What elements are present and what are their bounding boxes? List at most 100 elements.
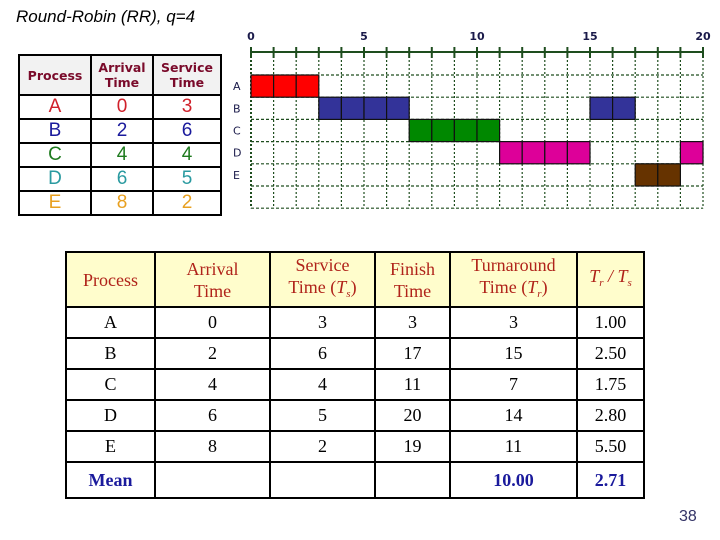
gantt-bar-a <box>250 74 275 98</box>
row-label: D <box>233 147 241 160</box>
cell-finish: 11 <box>374 368 451 401</box>
cell-arrival: 0 <box>154 306 271 339</box>
gantt-bar-b <box>589 96 614 120</box>
cell-arrival: 6 <box>90 166 154 192</box>
cell-process: E <box>65 430 156 463</box>
header-finish-time: Finish Time <box>374 251 451 308</box>
input-table-row: E82 <box>18 190 222 216</box>
cell-finish: 20 <box>374 399 451 432</box>
x-tick-label: 15 <box>582 30 597 43</box>
results-table-header: Process Arrival Time Service Time (Ts) Fin… <box>65 251 645 308</box>
gantt-bar-c <box>408 118 433 143</box>
cell-arrival: 8 <box>90 190 154 216</box>
cell-process: C <box>65 368 156 401</box>
gantt-bar-b <box>363 96 388 120</box>
gantt-bar-d <box>566 140 591 165</box>
mean-ratio: 2.71 <box>576 461 645 499</box>
header-normalized-turnaround: Tr / Ts <box>576 251 645 308</box>
cell-service: 6 <box>152 118 222 144</box>
cell-turnaround: 11 <box>449 430 578 463</box>
cell-ratio: 1.00 <box>576 306 645 339</box>
cell-service: 5 <box>152 166 222 192</box>
results-table-row: E 8 2 19 11 5.50 <box>65 430 645 463</box>
x-tick-label: 20 <box>695 30 711 43</box>
header-arrival-time: Arrival Time <box>154 251 271 308</box>
mean-turnaround: 10.00 <box>449 461 578 499</box>
gantt-bar-d <box>521 140 546 165</box>
cell-service: 2 <box>269 430 376 463</box>
input-table-row: B26 <box>18 118 222 144</box>
gantt-bar-e <box>657 163 681 187</box>
cell-process: B <box>65 337 156 370</box>
cell-arrival: 6 <box>154 399 271 432</box>
cell-turnaround: 15 <box>449 337 578 370</box>
header-arrival-time: Arrival Time <box>90 54 154 96</box>
cell-arrival: 4 <box>154 368 271 401</box>
cell-process: A <box>18 94 92 120</box>
cell-service: 4 <box>152 142 222 168</box>
results-table: Process Arrival Time Service Time (Ts) Fin… <box>65 251 645 499</box>
mean-empty <box>154 461 271 499</box>
mean-empty <box>374 461 451 499</box>
gantt-bar-c <box>476 118 501 143</box>
gantt-bar-c <box>431 118 456 143</box>
gantt-axis: 0 5 10 15 20 ABCDE <box>233 30 711 182</box>
cell-arrival: 8 <box>154 430 271 463</box>
cell-finish: 17 <box>374 337 451 370</box>
results-table-row: B 2 6 17 15 2.50 <box>65 337 645 370</box>
cell-arrival: 4 <box>90 142 154 168</box>
cell-service: 3 <box>152 94 222 120</box>
cell-ratio: 2.80 <box>576 399 645 432</box>
gantt-bar-b <box>612 96 636 120</box>
mean-label: Mean <box>65 461 156 499</box>
cell-arrival: 2 <box>154 337 271 370</box>
input-table-header: Process Arrival Time Service Time <box>18 54 222 96</box>
gantt-bar-a <box>295 74 320 98</box>
cell-process: D <box>18 166 92 192</box>
results-table-row: C 4 4 11 7 1.75 <box>65 368 645 401</box>
gantt-bar-d <box>499 140 523 165</box>
page-number: 38 <box>679 508 697 525</box>
cell-service: 5 <box>269 399 376 432</box>
gantt-bar-b <box>340 96 365 120</box>
cell-process: E <box>18 190 92 216</box>
slide-title: Round-Robin (RR), q=4 <box>16 7 196 26</box>
gantt-bar-d <box>679 140 704 165</box>
gantt-bar-c <box>453 118 478 143</box>
cell-service: 2 <box>152 190 222 216</box>
gantt-bar-e <box>634 163 659 187</box>
cell-finish: 3 <box>374 306 451 339</box>
x-tick-label: 0 <box>247 30 255 43</box>
row-label: B <box>233 102 241 115</box>
cell-ratio: 1.75 <box>576 368 645 401</box>
gantt-bar-a <box>272 74 297 98</box>
input-table-row: D65 <box>18 166 222 192</box>
cell-process: A <box>65 306 156 339</box>
cell-service: 4 <box>269 368 376 401</box>
input-table-row: C44 <box>18 142 222 168</box>
cell-turnaround: 14 <box>449 399 578 432</box>
gantt-bar-b <box>318 96 343 120</box>
mean-empty <box>269 461 376 499</box>
results-table-row: A 0 3 3 3 1.00 <box>65 306 645 339</box>
header-service-time: Service Time <box>152 54 222 96</box>
row-label: A <box>233 80 241 93</box>
cell-process: C <box>18 142 92 168</box>
input-process-table: Process Arrival Time Service Time A03B26C4… <box>18 54 222 216</box>
x-tick-label: 10 <box>469 30 485 43</box>
x-tick-label: 5 <box>360 30 368 43</box>
cell-arrival: 0 <box>90 94 154 120</box>
gantt-bar-b <box>386 96 410 120</box>
cell-turnaround: 7 <box>449 368 578 401</box>
cell-finish: 19 <box>374 430 451 463</box>
gantt-bar-d <box>544 140 568 165</box>
header-turnaround-time: Turnaround Time (Tr) <box>449 251 578 308</box>
cell-service: 3 <box>269 306 376 339</box>
results-table-row: D 6 5 20 14 2.80 <box>65 399 645 432</box>
cell-ratio: 5.50 <box>576 430 645 463</box>
gantt-chart: 0 5 10 15 20 ABCDE <box>233 30 711 209</box>
header-process: Process <box>18 54 92 96</box>
cell-arrival: 2 <box>90 118 154 144</box>
cell-process: D <box>65 399 156 432</box>
header-service-time: Service Time (Ts) <box>269 251 376 308</box>
